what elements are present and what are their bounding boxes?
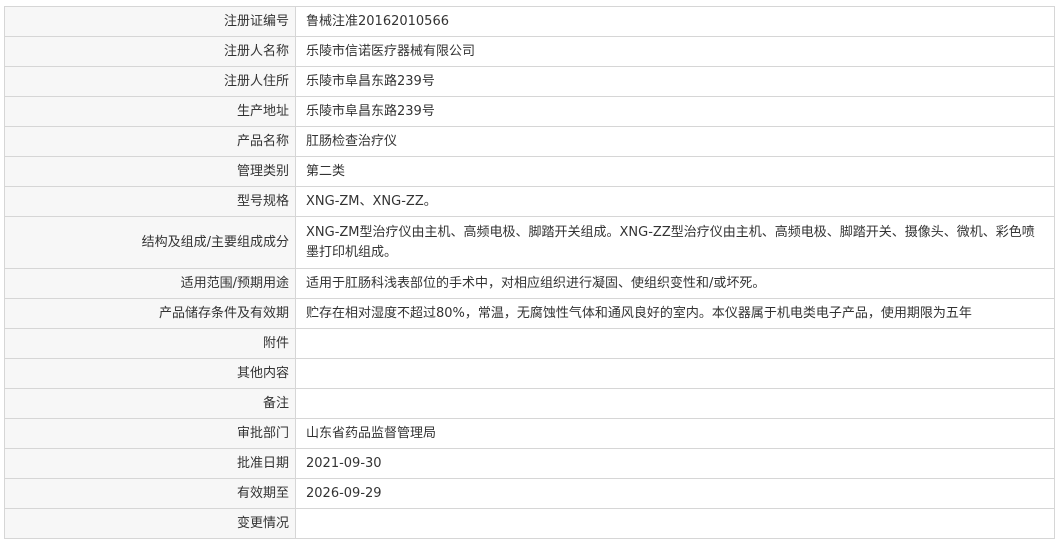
- field-value: 第二类: [295, 156, 1055, 187]
- field-label: 审批部门: [4, 418, 296, 449]
- field-value: 2021-09-30: [295, 448, 1055, 479]
- field-value: XNG-ZM、XNG-ZZ。: [295, 186, 1055, 217]
- table-row: 管理类别 第二类: [4, 156, 1055, 187]
- field-label: 产品名称: [4, 126, 296, 157]
- field-label: 附件: [4, 328, 296, 359]
- field-label: 其他内容: [4, 358, 296, 389]
- field-value: [295, 508, 1055, 539]
- field-label: 注册人住所: [4, 66, 296, 97]
- field-label: 备注: [4, 388, 296, 419]
- table-row: 其他内容: [4, 358, 1055, 389]
- field-label: 产品储存条件及有效期: [4, 298, 296, 329]
- table-row: 变更情况: [4, 508, 1055, 539]
- field-value: 乐陵市阜昌东路239号: [295, 96, 1055, 127]
- table-row: 有效期至 2026-09-29: [4, 478, 1055, 509]
- field-value: [295, 328, 1055, 359]
- table-row: 附件: [4, 328, 1055, 359]
- table-row: 适用范围/预期用途 适用于肛肠科浅表部位的手术中，对相应组织进行凝固、使组织变性…: [4, 268, 1055, 299]
- field-label: 管理类别: [4, 156, 296, 187]
- field-label: 注册证编号: [4, 6, 296, 37]
- field-value: XNG-ZM型治疗仪由主机、高频电极、脚踏开关组成。XNG-ZZ型治疗仪由主机、…: [295, 216, 1055, 269]
- field-label: 适用范围/预期用途: [4, 268, 296, 299]
- table-row: 型号规格 XNG-ZM、XNG-ZZ。: [4, 186, 1055, 217]
- field-label: 批准日期: [4, 448, 296, 479]
- table-row: 产品储存条件及有效期 贮存在相对湿度不超过80%，常温，无腐蚀性气体和通风良好的…: [4, 298, 1055, 329]
- field-value: 乐陵市阜昌东路239号: [295, 66, 1055, 97]
- field-value: 鲁械注准20162010566: [295, 6, 1055, 37]
- field-value: 贮存在相对湿度不超过80%，常温，无腐蚀性气体和通风良好的室内。本仪器属于机电类…: [295, 298, 1055, 329]
- table-row: 审批部门 山东省药品监督管理局: [4, 418, 1055, 449]
- table-row: 批准日期 2021-09-30: [4, 448, 1055, 479]
- field-value: 山东省药品监督管理局: [295, 418, 1055, 449]
- field-value: [295, 388, 1055, 419]
- table-row: 生产地址 乐陵市阜昌东路239号: [4, 96, 1055, 127]
- field-label: 有效期至: [4, 478, 296, 509]
- registration-detail: 注册证编号 鲁械注准20162010566 注册人名称 乐陵市信诺医疗器械有限公…: [4, 6, 1055, 539]
- registration-table: 注册证编号 鲁械注准20162010566 注册人名称 乐陵市信诺医疗器械有限公…: [4, 6, 1055, 539]
- table-row: 注册人名称 乐陵市信诺医疗器械有限公司: [4, 36, 1055, 67]
- field-label: 注册人名称: [4, 36, 296, 67]
- table-row: 注册人住所 乐陵市阜昌东路239号: [4, 66, 1055, 97]
- table-row: 注册证编号 鲁械注准20162010566: [4, 6, 1055, 37]
- field-value: 肛肠检查治疗仪: [295, 126, 1055, 157]
- field-value: 乐陵市信诺医疗器械有限公司: [295, 36, 1055, 67]
- table-row: 结构及组成/主要组成成分 XNG-ZM型治疗仪由主机、高频电极、脚踏开关组成。X…: [4, 216, 1055, 269]
- field-label: 生产地址: [4, 96, 296, 127]
- field-label: 变更情况: [4, 508, 296, 539]
- table-row: 备注: [4, 388, 1055, 419]
- field-label: 结构及组成/主要组成成分: [4, 216, 296, 269]
- field-value: 适用于肛肠科浅表部位的手术中，对相应组织进行凝固、使组织变性和/或坏死。: [295, 268, 1055, 299]
- field-value: [295, 358, 1055, 389]
- field-label: 型号规格: [4, 186, 296, 217]
- field-value: 2026-09-29: [295, 478, 1055, 509]
- table-row: 产品名称 肛肠检查治疗仪: [4, 126, 1055, 157]
